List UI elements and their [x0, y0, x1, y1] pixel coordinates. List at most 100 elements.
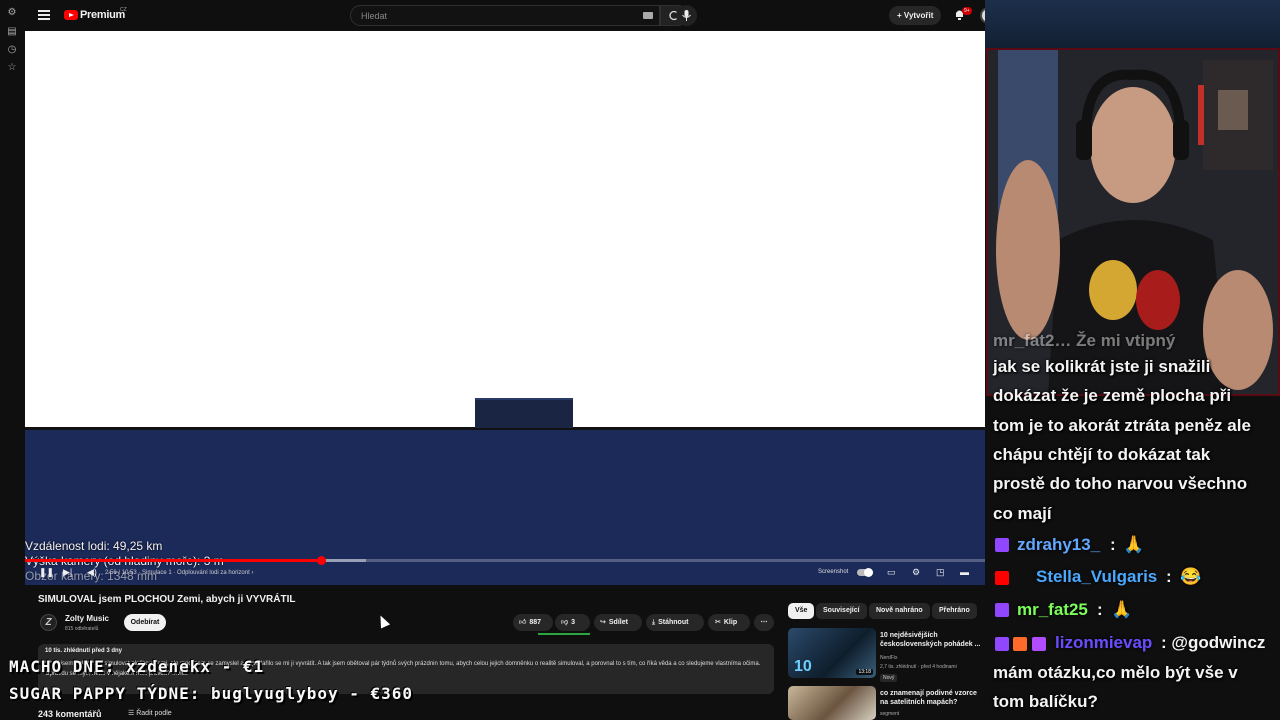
thumbnail-number: 10	[794, 658, 812, 675]
related-channel[interactable]: NerdFix	[880, 655, 898, 661]
inbox-icon[interactable]: ▤	[6, 26, 18, 38]
chat-username: zdrahy13_	[1017, 535, 1101, 554]
chat-line: prostě do toho narvou všechno	[993, 474, 1248, 493]
chat-message-top-faded: mr_fat2… Že mi vtipný	[993, 331, 1176, 350]
plus-icon: +	[897, 11, 904, 20]
related-title[interactable]: 10 nejděsivějších československých pohád…	[880, 631, 984, 649]
theater-icon[interactable]: ▬	[960, 567, 969, 577]
chat-line: mám otázku,co mělo být vše v	[993, 663, 1238, 682]
screenshot-label: Screenshot	[818, 569, 849, 575]
chat-line: tom je to akorát ztráta peněz ale	[993, 416, 1251, 435]
subtitles-icon[interactable]: ▭	[887, 567, 896, 578]
settings-icon[interactable]: ⚙	[6, 7, 18, 19]
description-meta: 10 tis. zhlédnutí před 3 dny	[45, 648, 123, 654]
chat-line: co mají	[993, 504, 1052, 523]
notification-badge: 9+	[962, 7, 972, 15]
gear-icon[interactable]: ⚙	[912, 567, 920, 578]
clip-button[interactable]: ✂ Klip	[708, 614, 750, 631]
emote-icon: 🙏	[1123, 535, 1145, 554]
time-chapter[interactable]: 2:56 / 10:53 · Simulace 1 · Odplouvání l…	[105, 570, 253, 576]
chat-username: Stella_Vulgaris	[1036, 567, 1158, 586]
chat-mention: : @godwincz	[1161, 633, 1266, 652]
chip-related[interactable]: Související	[816, 603, 867, 619]
thumbs-down-icon: 👎︎	[561, 619, 569, 626]
channel-name[interactable]: Zolty Music	[65, 614, 109, 623]
video-player[interactable]: Vzdálenost lodi: 49,25 km Výška kamery (…	[25, 31, 1012, 585]
chat-username: lizonmievap	[1055, 633, 1153, 652]
chip-all[interactable]: Vše	[788, 603, 815, 619]
youtube-icon	[995, 571, 1009, 585]
like-button[interactable]: 👍︎ 887	[513, 614, 553, 631]
microphone-icon	[682, 10, 691, 21]
search-placeholder: Hledat	[361, 11, 388, 21]
dislike-button[interactable]: 👎︎ 3	[555, 614, 590, 631]
chat-line: chápu chtějí to dokázat tak	[993, 445, 1211, 464]
like-ratio-bar	[538, 633, 590, 635]
search-input[interactable]: Hledat	[350, 5, 660, 26]
video-title: SIMULOVAL jsem PLOCHOU Zemi, abych ji VY…	[38, 594, 296, 605]
related-thumbnail[interactable]: 10 13:18	[788, 628, 876, 678]
gift-icon	[1032, 637, 1046, 651]
overlay-distance: Vzdálenost lodi: 49,25 km	[25, 539, 163, 553]
emote-icon: 🙏	[1111, 600, 1133, 619]
chat-line: dokázat že je země plocha při	[993, 386, 1232, 405]
share-label: Sdílet	[608, 619, 628, 626]
stream-overlay-line: MACHO DNE: xzdenekx - €1	[9, 657, 265, 676]
scissors-icon: ✂	[715, 619, 721, 626]
chat-line: jak se kolikrát jste ji snažili	[993, 357, 1211, 376]
channel-subscribers: 815 odběratelů	[65, 626, 99, 632]
twitch-icon	[995, 637, 1009, 651]
badge-icon	[1013, 637, 1027, 651]
new-badge: Nový	[880, 674, 898, 682]
brand-label[interactable]: Premium	[80, 9, 125, 21]
create-button[interactable]: + Vytvořit	[889, 6, 941, 25]
share-button[interactable]: ↪ Sdílet	[594, 614, 642, 631]
related-meta: 2,7 tis. zhlédnutí · před 4 hodinami	[880, 664, 957, 670]
next-icon[interactable]: ▶|	[63, 567, 72, 578]
region-label: CZ	[120, 7, 127, 13]
video-duration: 13:18	[856, 669, 873, 675]
create-label: Vytvořit	[903, 11, 934, 20]
download-label: Stáhnout	[658, 619, 689, 626]
related-channel[interactable]: segment	[880, 711, 899, 717]
related-title[interactable]: co znamenají podivné vzorce na satelitní…	[880, 689, 984, 707]
screenshot-toggle[interactable]	[857, 568, 873, 577]
twitch-icon	[995, 603, 1009, 617]
share-icon: ↪	[600, 619, 606, 626]
chat-separator: :	[1110, 535, 1116, 554]
star-icon[interactable]: ☆	[6, 62, 18, 74]
chat-username: mr_fat25	[1017, 600, 1088, 619]
chat-separator: :	[1097, 600, 1103, 619]
channel-avatar[interactable]: Z	[40, 614, 57, 631]
keyboard-icon[interactable]	[643, 12, 653, 19]
history-icon[interactable]: ◷	[6, 44, 18, 56]
boat-shape	[475, 398, 573, 428]
volume-icon[interactable]: ◀)	[87, 567, 97, 578]
related-thumbnail[interactable]	[788, 686, 876, 720]
dislike-count: 3	[571, 619, 576, 626]
comment-count: 243 komentářů	[38, 709, 102, 719]
voice-search-button[interactable]	[676, 5, 697, 26]
youtube-logo-icon[interactable]	[64, 10, 78, 20]
like-count: 887	[529, 619, 542, 626]
download-icon: ⤓	[652, 619, 656, 626]
more-actions-icon[interactable]: ⋯	[754, 614, 774, 631]
sort-button[interactable]: ☰ Řadit podle	[128, 709, 172, 717]
pause-icon[interactable]: ❚❚	[39, 567, 54, 578]
menu-icon[interactable]	[38, 10, 50, 20]
time-display: 2:56 / 10:53	[105, 570, 137, 576]
stream-overlay-line: SUGAR PAPPY TÝDNE: buglyuglyboy - €360	[9, 684, 414, 703]
chat-separator: :	[1166, 567, 1172, 586]
twitch-icon	[995, 538, 1009, 552]
chip-recent[interactable]: Nově nahráno	[869, 603, 930, 619]
mouse-cursor-icon	[375, 613, 391, 629]
subscribe-button[interactable]: Odebírat	[124, 614, 166, 631]
progress-bar[interactable]	[25, 556, 1012, 565]
chapter-label[interactable]: Simulace 1 · Odplouvání lodi za horizont	[142, 570, 250, 576]
miniplayer-icon[interactable]: ◳	[936, 567, 945, 578]
download-button[interactable]: ⤓ Stáhnout	[646, 614, 704, 631]
left-rail: ⚙ ▤ ◷ ☆	[0, 0, 24, 720]
chip-watched[interactable]: Přehráno	[932, 603, 977, 619]
laughing-emoji-icon: 😂	[1180, 567, 1202, 586]
top-bar: Premium CZ Hledat + Vytvořit 9+	[24, 0, 1012, 31]
